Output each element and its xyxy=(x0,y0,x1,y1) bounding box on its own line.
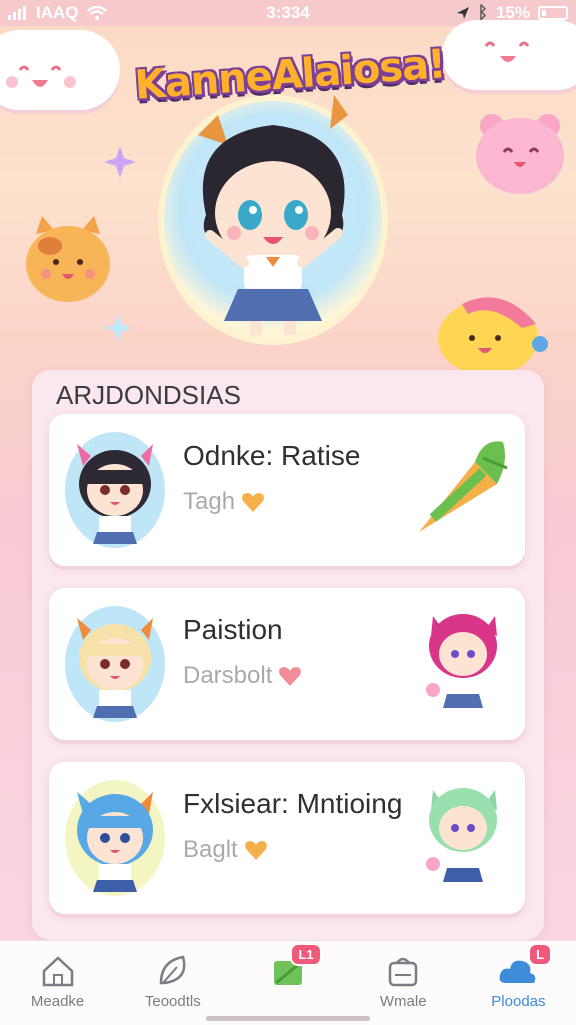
tab-home[interactable]: Meadke xyxy=(0,941,115,1025)
item-subtitle: Tagh xyxy=(183,488,265,516)
notification-badge: L xyxy=(528,943,553,966)
orange-cat-critter-icon xyxy=(26,216,110,302)
sparkle-icon xyxy=(104,146,136,178)
status-left: IAAQ xyxy=(8,3,107,23)
carrot-icon xyxy=(419,441,508,532)
signal-icon xyxy=(8,6,26,20)
item-subtitle-text: Darsbolt xyxy=(183,662,273,689)
list-item[interactable]: Paistion Darsbolt xyxy=(49,588,525,740)
tab-leaf[interactable]: Teoodtls xyxy=(115,941,230,1025)
list-item[interactable]: Fxlsiear: Mntioing Baglt xyxy=(49,762,525,914)
tab-label: Meadke xyxy=(30,993,85,1010)
sparkle-icon xyxy=(104,314,132,342)
tab-bag[interactable]: Wmale xyxy=(346,941,461,1025)
notification-badge: L1 xyxy=(290,943,322,966)
tab-gift[interactable]: L1 xyxy=(230,941,345,1025)
cloud-face-icon xyxy=(484,41,530,62)
avatar xyxy=(65,432,165,548)
item-subtitle: Baglt xyxy=(183,836,268,864)
bag-icon xyxy=(388,957,418,987)
heart-icon xyxy=(279,667,302,686)
battery-icon xyxy=(538,6,568,20)
wifi-icon xyxy=(86,6,107,20)
cloud-right xyxy=(442,20,576,90)
heart-icon xyxy=(242,493,264,512)
heart-icon xyxy=(244,841,267,860)
leaf-icon xyxy=(159,955,186,985)
carrier-label: IAAQ xyxy=(36,3,79,22)
yellow-critter-icon xyxy=(438,297,548,376)
list-item[interactable]: Odnke: Ratise Tagh xyxy=(49,414,525,566)
hero-character-icon xyxy=(198,95,348,335)
tab-label: Wmale xyxy=(379,993,427,1010)
avatar xyxy=(65,606,165,722)
tab-label: Teoodtls xyxy=(144,993,201,1010)
hero-character-frame xyxy=(158,95,388,345)
pink-bear-critter-icon xyxy=(476,114,564,194)
home-indicator xyxy=(206,1016,370,1021)
tab-label: Ploodas xyxy=(491,993,546,1010)
cloud-left xyxy=(0,30,120,110)
item-subtitle-text: Tagh xyxy=(183,488,236,515)
list-panel: ARJDONDSIAS Odnke: Ratise Tagh Paistion … xyxy=(32,370,544,940)
avatar xyxy=(65,780,165,896)
item-name: Fxlsiear: Mntioing xyxy=(183,788,403,819)
pink-chibi-icon xyxy=(426,614,497,708)
item-subtitle: Darsbolt xyxy=(183,662,302,690)
cloud-face-icon xyxy=(6,65,76,88)
item-subtitle-text: Baglt xyxy=(183,836,238,863)
list-heading: ARJDONDSIAS xyxy=(56,380,241,410)
tab-cloud[interactable]: L Ploodas xyxy=(461,941,576,1025)
item-name: Odnke: Ratise xyxy=(183,440,361,471)
tab-bar: Meadke Teoodtls L1 Wmale L Ploodas xyxy=(0,940,576,1025)
green-chibi-icon xyxy=(426,788,497,882)
home-icon xyxy=(42,956,73,987)
location-icon xyxy=(456,7,469,19)
item-name: Paistion xyxy=(183,614,283,645)
